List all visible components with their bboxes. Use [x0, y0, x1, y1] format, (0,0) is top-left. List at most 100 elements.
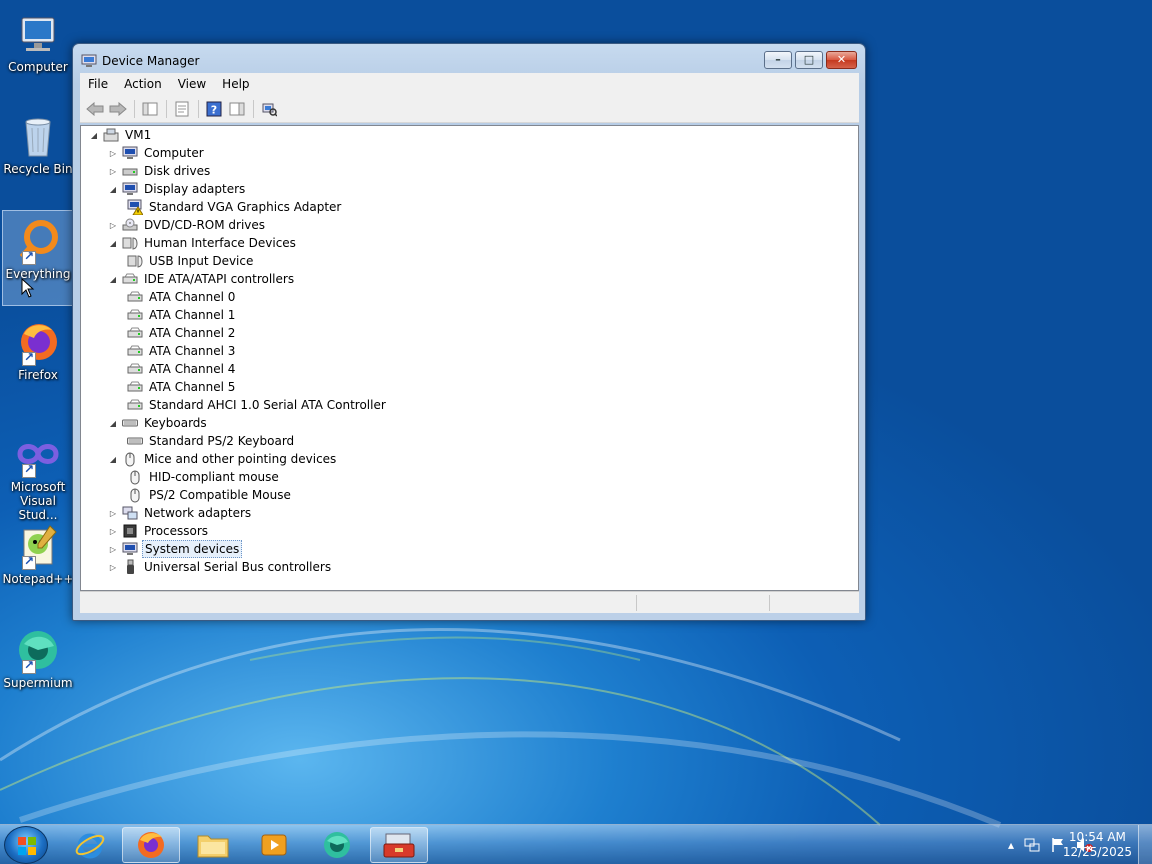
tree-node[interactable]: USB Input Device	[127, 252, 255, 270]
collapse-arrow-icon[interactable]: ◢	[108, 454, 118, 464]
firefox-icon	[14, 318, 62, 366]
expand-arrow-icon[interactable]: ▷	[108, 508, 118, 518]
taskbar-device-manager[interactable]	[370, 827, 428, 863]
processor-icon	[122, 523, 138, 539]
tree-node[interactable]: ▷ Processors	[108, 522, 210, 540]
computer-root-icon	[103, 127, 119, 143]
collapse-arrow-icon[interactable]: ◢	[108, 238, 118, 248]
tree-node[interactable]: ◢ IDE ATA/ATAPI controllers	[108, 270, 296, 288]
desktop-icon-supermium[interactable]: Supermium	[2, 620, 74, 716]
desktop-icon-computer[interactable]: Computer	[2, 4, 74, 100]
action-pane-button[interactable]	[226, 98, 248, 120]
start-button[interactable]	[4, 826, 48, 864]
help-button[interactable]: ?	[203, 98, 225, 120]
shortcut-arrow-icon	[22, 462, 36, 478]
desktop-icon-label: Recycle Bin	[3, 162, 73, 176]
tree-node-label: System devices	[142, 540, 243, 558]
tree-node[interactable]: ATA Channel 1	[127, 306, 237, 324]
show-hide-console-tree-button[interactable]	[139, 98, 161, 120]
taskbar-media-player[interactable]	[245, 827, 303, 863]
tree-node[interactable]: ATA Channel 0	[127, 288, 237, 306]
expand-arrow-icon[interactable]: ▷	[108, 526, 118, 536]
expand-arrow-icon[interactable]: ▷	[108, 166, 118, 176]
collapse-arrow-icon[interactable]: ◢	[108, 418, 118, 428]
supermium-icon	[324, 832, 350, 858]
system-devices-icon	[122, 541, 138, 557]
status-bar	[80, 591, 859, 613]
desktop-icon-notepad-plus-plus[interactable]: Notepad++	[2, 516, 74, 612]
collapse-arrow-icon[interactable]: ◢	[108, 274, 118, 284]
clock[interactable]: 10:54 AM 12/25/2025	[1063, 830, 1132, 860]
show-hidden-icons-button[interactable]: ▴	[1008, 838, 1014, 852]
tree-node[interactable]: Standard PS/2 Keyboard	[127, 432, 296, 450]
menu-action[interactable]: Action	[116, 73, 170, 95]
expand-arrow-icon[interactable]: ▷	[108, 562, 118, 572]
computer-icon	[122, 145, 138, 161]
toolbar-separator	[166, 99, 167, 118]
back-arrow-icon	[86, 101, 104, 116]
tree-node-label: Display adapters	[144, 182, 246, 196]
tree-node[interactable]: ATA Channel 3	[127, 342, 237, 360]
desktop-icon-recycle-bin[interactable]: Recycle Bin	[2, 106, 74, 202]
window-title: Device Manager	[102, 54, 200, 68]
toolbar-separator	[198, 99, 199, 118]
tree-node[interactable]: ATA Channel 2	[127, 324, 237, 342]
tree-node[interactable]: Standard AHCI 1.0 Serial ATA Controller	[127, 396, 388, 414]
tree-node-label: HID-compliant mouse	[149, 470, 279, 484]
tree-node[interactable]: ◢ Mice and other pointing devices	[108, 450, 338, 468]
show-desktop-button[interactable]	[1138, 825, 1152, 864]
tree-node[interactable]: ◢ Keyboards	[108, 414, 209, 432]
device-tree[interactable]: ◢ VM1 ▷ Computer ▷ Disk drives ◢ Display adapte…	[80, 125, 859, 591]
properties-button[interactable]	[171, 98, 193, 120]
taskbar-supermium[interactable]	[308, 827, 366, 863]
tree-node-label: USB Input Device	[149, 254, 254, 268]
expand-arrow-icon[interactable]: ▷	[108, 220, 118, 230]
back-button[interactable]	[84, 98, 106, 120]
tree-node[interactable]: ▷ Network adapters	[108, 504, 253, 522]
maximize-button[interactable]: □	[795, 51, 823, 69]
menu-file[interactable]: File	[80, 73, 116, 95]
tree-node[interactable]: HID-compliant mouse	[127, 468, 281, 486]
shortcut-arrow-icon	[22, 350, 36, 366]
desktop-icon-firefox[interactable]: Firefox	[2, 312, 74, 408]
expand-arrow-icon[interactable]: ▷	[108, 544, 118, 554]
taskbar-firefox[interactable]	[122, 827, 180, 863]
title-bar[interactable]: Device Manager	[81, 52, 481, 70]
status-divider	[636, 595, 637, 611]
tree-node[interactable]: Standard VGA Graphics Adapter	[127, 198, 343, 216]
desktop-icon-everything[interactable]: Everything	[2, 210, 74, 306]
tree-node[interactable]: ▷ DVD/CD-ROM drives	[108, 216, 267, 234]
dvd-drive-icon	[122, 217, 138, 233]
tree-node[interactable]: ATA Channel 4	[127, 360, 237, 378]
tree-node[interactable]: ▷ System devices	[108, 540, 243, 558]
tree-node-label: ATA Channel 3	[149, 344, 236, 358]
firefox-icon	[138, 832, 164, 858]
close-button[interactable]: ✕	[826, 51, 857, 69]
desktop-icon-visual-studio[interactable]: Microsoft Visual Stud...	[2, 424, 74, 522]
menu-view[interactable]: View	[170, 73, 214, 95]
ide-controller-icon	[127, 343, 143, 359]
tree-node[interactable]: ATA Channel 5	[127, 378, 237, 396]
taskbar-file-explorer[interactable]	[184, 827, 242, 863]
taskbar-internet-explorer[interactable]	[61, 827, 119, 863]
tree-node-label: Standard AHCI 1.0 Serial ATA Controller	[149, 398, 386, 412]
forward-button[interactable]	[107, 98, 129, 120]
everything-search-icon	[14, 217, 62, 265]
expand-arrow-icon[interactable]: ▷	[108, 148, 118, 158]
collapse-arrow-icon[interactable]: ◢	[108, 184, 118, 194]
scan-hardware-changes-button[interactable]	[258, 98, 280, 120]
tree-node[interactable]: PS/2 Compatible Mouse	[127, 486, 293, 504]
tree-node[interactable]: ◢ Display adapters	[108, 180, 247, 198]
desktop-icon-label: Supermium	[3, 676, 73, 690]
tree-node[interactable]: ◢ VM1	[89, 126, 153, 144]
tree-node[interactable]: ▷ Computer	[108, 144, 206, 162]
tree-node[interactable]: ▷ Universal Serial Bus controllers	[108, 558, 333, 576]
collapse-arrow-icon[interactable]: ◢	[89, 130, 99, 140]
tree-node[interactable]: ◢ Human Interface Devices	[108, 234, 298, 252]
tree-node[interactable]: ▷ Disk drives	[108, 162, 212, 180]
menu-help[interactable]: Help	[214, 73, 257, 95]
tree-node-label: Processors	[144, 524, 209, 538]
device-manager-window[interactable]: Device Manager – □ ✕ File Action View He…	[72, 43, 866, 621]
minimize-button[interactable]: –	[764, 51, 792, 69]
network-icon[interactable]	[1024, 837, 1040, 853]
